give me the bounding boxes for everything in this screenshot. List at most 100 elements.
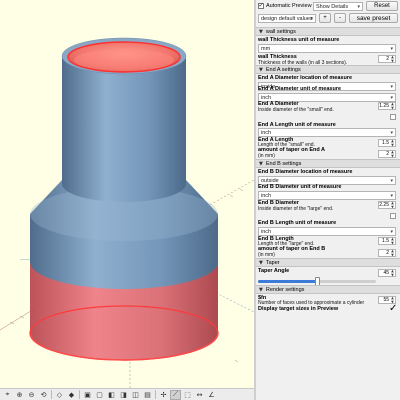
end-b-taper-spinbox[interactable]: 2 ▲ ▼ xyxy=(378,249,396,257)
show-scales-icon[interactable]: ⟋ xyxy=(170,389,181,400)
preset-select-value: design default values xyxy=(261,15,313,22)
spin-arrows-icon[interactable]: ▲ ▼ xyxy=(390,139,395,147)
param-label: End B Diameter unit of measure xyxy=(258,184,342,190)
section-end-a-settings[interactable]: ▼ End A settings xyxy=(256,65,400,74)
select-value: inch xyxy=(261,228,272,235)
param-label: Taper Angle xyxy=(258,268,290,274)
customizer-panel: ✓ Automatic Preview Show Details ▾ Reset… xyxy=(256,0,400,400)
end-a-body xyxy=(62,56,186,202)
taper-angle-slider[interactable] xyxy=(258,277,376,286)
spinbox-value: 2 xyxy=(386,151,389,157)
view-bottom-icon[interactable]: ▢ xyxy=(94,390,105,400)
chevron-down-icon: ▾ xyxy=(390,229,393,235)
section-title: Render settings xyxy=(265,286,305,293)
auto-preview-checkbox[interactable]: ✓ xyxy=(258,3,264,9)
spin-arrows-icon[interactable]: ▲ ▼ xyxy=(390,102,395,110)
param-label: wall Thickness unit of measure xyxy=(258,37,340,43)
wall-unit-select[interactable]: mm ▾ xyxy=(258,44,396,53)
chevron-down-icon: ▾ xyxy=(390,95,393,101)
section-title: wall settings xyxy=(265,28,296,35)
section-title: Taper xyxy=(265,259,280,266)
view-toolbar: ⌖ ⊕ ⊖ ⟲ ◇ ◆ ▣ ▢ ◧ ◨ ◫ ▤ ✢ ⟋ ⬚ ↔ ∠ xyxy=(0,388,254,400)
toolbar-divider xyxy=(155,390,156,399)
taper-angle-spinbox[interactable]: 45 ▲ ▼ xyxy=(378,269,396,277)
preset-select[interactable]: design default values ▾ xyxy=(258,14,316,23)
view-back-icon[interactable]: ▤ xyxy=(142,390,153,400)
collapse-triangle-icon: ▼ xyxy=(259,160,263,167)
empty-checkbox[interactable] xyxy=(390,213,396,219)
openscad-window: ⌖ ⊕ ⊖ ⟲ ◇ ◆ ▣ ▢ ◧ ◨ ◫ ▤ ✢ ⟋ ⬚ ↔ ∠ ✓ Auto… xyxy=(0,0,400,400)
collapse-triangle-icon: ▼ xyxy=(259,28,263,35)
measure-angle-icon[interactable]: ∠ xyxy=(206,390,217,400)
zoom-in-icon[interactable]: ⊕ xyxy=(14,390,25,400)
display-target-checkbox[interactable]: ✓ xyxy=(389,304,397,314)
reset-view-icon[interactable]: ⟲ xyxy=(38,390,49,400)
spinbox-value: 45 xyxy=(383,270,389,276)
collapse-triangle-icon: ▼ xyxy=(259,66,263,73)
chevron-down-icon: ▾ xyxy=(390,178,393,184)
spinbox-value: 1.25 xyxy=(379,103,389,109)
section-wall-settings[interactable]: ▼ wall settings xyxy=(256,27,400,36)
save-preset-button[interactable]: save preset xyxy=(349,13,398,23)
spin-arrows-icon[interactable]: ▲ ▼ xyxy=(390,55,395,63)
section-taper[interactable]: ▼ Taper xyxy=(256,258,400,267)
select-value: outside xyxy=(261,177,279,184)
param-description: Inside diameter of the "small" end. xyxy=(258,107,334,113)
section-title: End B settings xyxy=(265,160,302,167)
add-preset-button[interactable]: + xyxy=(319,13,331,23)
param-description: Inside diameter of the "large" end. xyxy=(258,206,334,212)
chevron-down-icon: ▾ xyxy=(390,84,393,90)
end-b-diameter-unit-select[interactable]: inch ▾ xyxy=(258,191,396,200)
chevron-down-icon: ▾ xyxy=(390,193,393,199)
select-value: inch xyxy=(261,94,272,101)
spin-arrows-icon[interactable]: ▲ ▼ xyxy=(390,150,395,158)
end-b-length-unit-select[interactable]: inch ▾ xyxy=(258,227,396,236)
end-a-length-unit-select[interactable]: inch ▾ xyxy=(258,128,396,137)
spinbox-value: 2 xyxy=(386,56,389,62)
view-front-icon[interactable]: ◫ xyxy=(130,390,141,400)
spin-arrows-icon[interactable]: ▲ ▼ xyxy=(390,269,395,277)
details-select-value: Show Details xyxy=(316,3,349,10)
wall-thickness-spinbox[interactable]: 2 ▲ ▼ xyxy=(378,55,396,63)
chevron-down-icon: ▾ xyxy=(357,4,360,10)
chevron-down-icon: ▾ xyxy=(310,16,313,22)
reset-button[interactable]: Reset xyxy=(366,1,398,11)
spin-arrows-icon[interactable]: ▲ ▼ xyxy=(390,201,395,209)
param-label: End A Diameter location of measure xyxy=(258,75,353,81)
toolbar-divider xyxy=(51,390,52,399)
view-top-icon[interactable]: ▣ xyxy=(82,390,93,400)
end-b-length-spinbox[interactable]: 1.5 ▲ ▼ xyxy=(378,237,396,245)
view-right-icon[interactable]: ◨ xyxy=(118,390,129,400)
3d-viewport[interactable] xyxy=(0,0,254,388)
zoom-out-icon[interactable]: ⊖ xyxy=(26,390,37,400)
spin-arrows-icon[interactable]: ▲ ▼ xyxy=(390,237,395,245)
remove-preset-button[interactable]: - xyxy=(334,13,346,23)
chevron-down-icon: ▾ xyxy=(390,130,393,136)
details-select[interactable]: Show Details ▾ xyxy=(313,2,363,11)
end-a-diameter-spinbox[interactable]: 1.25 ▲ ▼ xyxy=(378,102,396,110)
show-axes-icon[interactable]: ✢ xyxy=(158,390,169,400)
auto-preview-label: Automatic Preview xyxy=(266,3,312,9)
view-left-icon[interactable]: ◧ xyxy=(106,390,117,400)
show-edges-icon[interactable]: ⬚ xyxy=(182,390,193,400)
end-a-taper-spinbox[interactable]: 2 ▲ ▼ xyxy=(378,150,396,158)
slider-fill xyxy=(258,280,317,283)
model-render xyxy=(0,37,254,388)
select-value: inch xyxy=(261,129,272,136)
end-a-length-spinbox[interactable]: 1.5 ▲ ▼ xyxy=(378,139,396,147)
section-end-b-settings[interactable]: ▼ End B settings xyxy=(256,159,400,168)
spinbox-value: 2 xyxy=(386,250,389,256)
orthogonal-icon[interactable]: ◆ xyxy=(66,390,77,400)
measure-distance-icon[interactable]: ↔ xyxy=(194,390,205,400)
end-b-diameter-spinbox[interactable]: 2.25 ▲ ▼ xyxy=(378,201,396,209)
toolbar-divider xyxy=(79,390,80,399)
view-all-icon[interactable]: ⌖ xyxy=(2,390,13,400)
section-render-settings[interactable]: ▼ Render settings xyxy=(256,285,400,294)
empty-checkbox[interactable] xyxy=(390,114,396,120)
collapse-triangle-icon: ▼ xyxy=(259,286,263,293)
select-value: inch xyxy=(261,192,272,199)
auto-preview-toggle[interactable]: ✓ Automatic Preview xyxy=(258,3,312,9)
perspective-icon[interactable]: ◇ xyxy=(54,390,65,400)
spin-arrows-icon[interactable]: ▲ ▼ xyxy=(390,249,395,257)
chevron-down-icon: ▾ xyxy=(390,46,393,52)
